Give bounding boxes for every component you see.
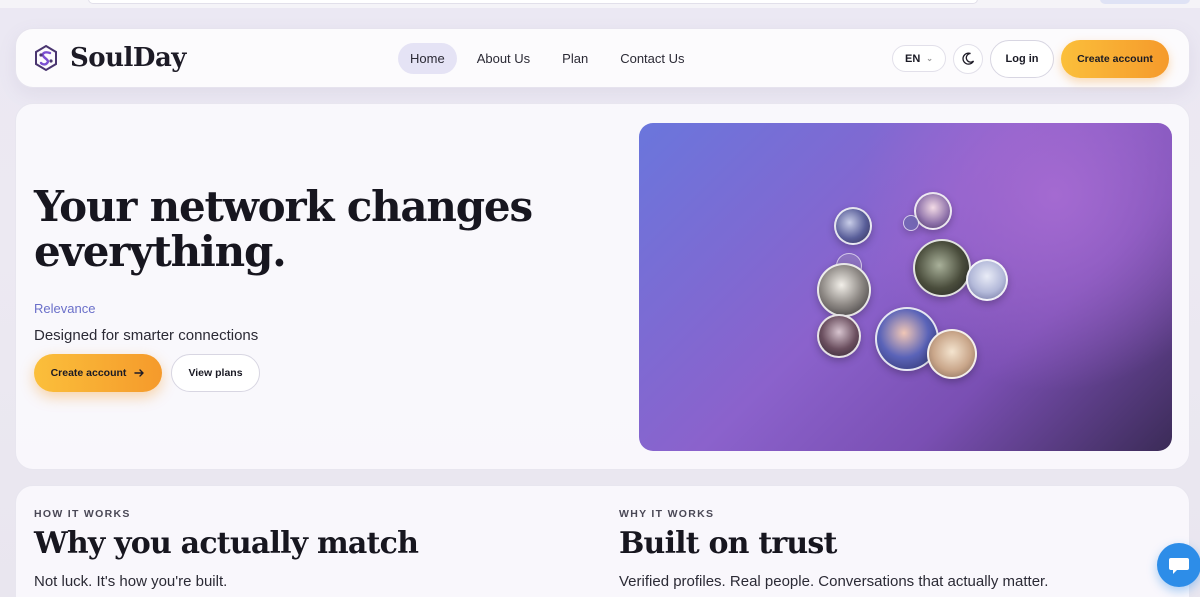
address-bar[interactable] — [88, 0, 978, 4]
why-it-works-subtitle: Verified profiles. Real people. Conversa… — [619, 573, 1049, 590]
nav-contact-us[interactable]: Contact Us — [608, 43, 696, 74]
how-it-works-eyebrow: HOW IT WORKS — [34, 508, 131, 520]
hero-tag: Relevance — [34, 301, 96, 316]
brand[interactable]: SoulDay — [32, 43, 186, 73]
hero-create-label: Create account — [50, 367, 127, 379]
nav-plan[interactable]: Plan — [550, 43, 600, 74]
soulday-logo-icon — [35, 44, 57, 72]
create-account-button[interactable]: Create account — [1061, 40, 1169, 78]
photo-bubble — [927, 329, 977, 379]
photo-bubble — [817, 314, 861, 358]
features-section: HOW IT WORKS Why you actually match Not … — [15, 485, 1190, 597]
photo-bubble — [903, 215, 919, 231]
photo-bubble — [966, 259, 1008, 301]
nav-about-us[interactable]: About Us — [465, 43, 542, 74]
brand-name: SoulDay — [70, 43, 186, 73]
why-it-works-eyebrow: WHY IT WORKS — [619, 508, 715, 520]
why-it-works-title: Built on trust — [619, 526, 837, 561]
browser-action[interactable] — [1100, 0, 1190, 4]
language-select[interactable]: EN ⌄ — [892, 45, 946, 72]
how-it-works-title: Why you actually match — [34, 526, 419, 561]
browser-top-strip — [0, 0, 1200, 8]
hero-subtitle: Designed for smarter connections — [34, 327, 259, 344]
hero-title: Your network changes everything. — [34, 182, 533, 276]
language-value: EN — [905, 52, 921, 65]
navbar: SoulDay Home About Us Plan Contact Us EN… — [15, 28, 1190, 88]
hero-section: Your network changes everything. Relevan… — [15, 103, 1190, 470]
chat-bubble-icon — [1169, 558, 1189, 574]
photo-bubble — [817, 263, 871, 317]
hero-create-account-button[interactable]: Create account — [34, 354, 162, 392]
photo-bubble — [914, 192, 952, 230]
how-it-works-subtitle: Not luck. It's how you're built. — [34, 573, 228, 590]
chat-button[interactable] — [1157, 543, 1200, 587]
theme-toggle-button[interactable] — [953, 44, 983, 74]
login-button[interactable]: Log in — [990, 40, 1054, 78]
photo-bubble — [913, 239, 971, 297]
nav-home[interactable]: Home — [398, 43, 457, 74]
arrow-right-icon — [134, 369, 145, 377]
hero-image — [639, 123, 1172, 451]
photo-bubble — [834, 207, 872, 245]
main-nav: Home About Us Plan Contact Us — [398, 43, 697, 74]
chevron-down-icon: ⌄ — [926, 54, 933, 63]
view-plans-button[interactable]: View plans — [171, 354, 260, 392]
moon-icon — [962, 52, 975, 65]
